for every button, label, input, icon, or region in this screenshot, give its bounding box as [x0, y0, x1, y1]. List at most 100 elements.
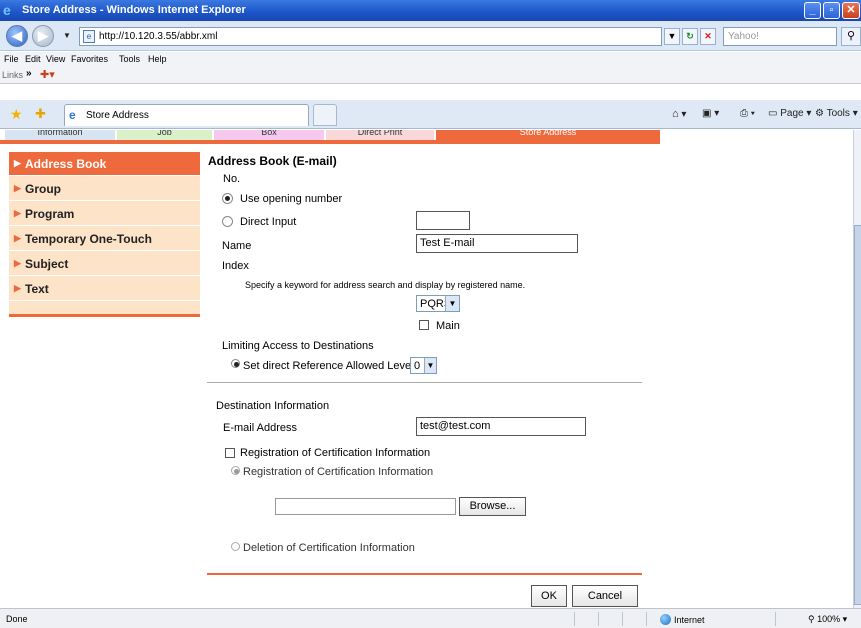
address-dropdown-button[interactable]: ▼ [664, 28, 680, 45]
page-icon: e [83, 30, 95, 43]
home-icon[interactable]: ⌂ ▾ [672, 108, 686, 120]
bottom-divider [207, 573, 642, 575]
search-placeholder: Yahoo! [728, 31, 759, 42]
sidebar-item-label: Program [25, 207, 75, 221]
arrow-right-icon: ▶ [14, 258, 21, 268]
new-tab-button[interactable] [313, 104, 337, 126]
no-label: No. [223, 173, 241, 185]
ok-button[interactable]: OK [531, 585, 567, 607]
tab-bar: ★ ✚ e Store Address ⌂ ▾ ▣ ▾ ⎙ ▾ ▭ Page ▾… [0, 100, 861, 129]
status-text: Done [6, 614, 28, 624]
print-icon[interactable]: ⎙ ▾ [740, 108, 755, 119]
scrollbar-thumb[interactable] [854, 225, 861, 605]
certificate-file-field[interactable] [275, 498, 456, 515]
tools-menu-label: Tools [826, 108, 850, 119]
menu-edit[interactable]: Edit [25, 54, 41, 64]
arrow-right-icon: ▶ [14, 158, 21, 168]
menu-tools[interactable]: Tools [119, 54, 140, 64]
status-separator [574, 612, 575, 626]
browse-button[interactable]: Browse... [459, 497, 526, 516]
sidebar: ▶ Address Book ▶ Group ▶ Program ▶ Tempo… [9, 152, 200, 317]
add-favorites-icon[interactable]: ✚ [35, 106, 46, 122]
status-separator [598, 612, 599, 626]
direct-input-label: Direct Input [240, 216, 297, 228]
sidebar-item-label: Address Book [25, 157, 107, 171]
sidebar-item-address-book[interactable]: ▶ Address Book [9, 152, 200, 176]
tab-store-address[interactable]: e Store Address [64, 104, 309, 126]
use-opening-number-label: Use opening number [240, 193, 343, 205]
set-reference-label: Set direct Reference Allowed Level [243, 360, 414, 372]
index-select[interactable]: PQRS ▼ [416, 295, 460, 312]
menu-view[interactable]: View [46, 54, 65, 64]
email-field[interactable]: test@test.com [416, 417, 586, 436]
section-divider [207, 382, 642, 383]
page-menu-label: Page [780, 108, 804, 119]
sidebar-item-label: Group [25, 182, 61, 196]
sidebar-item-group[interactable]: ▶ Group [9, 177, 200, 201]
reg-cert-check-label: Registration of Certification Informatio… [240, 447, 431, 459]
favorites-star-icon[interactable]: ★ [10, 106, 23, 123]
toolbar-addon-icon[interactable]: ✚▾ [40, 68, 55, 81]
security-zone: Internet [660, 614, 705, 625]
page-title: Address Book (E-mail) [208, 154, 337, 168]
address-field[interactable]: e http://10.120.3.55/abbr.xml [79, 27, 662, 46]
set-reference-radio[interactable] [231, 359, 240, 368]
limiting-access-label: Limiting Access to Destinations [222, 340, 374, 352]
recent-pages-dropdown-icon[interactable]: ▼ [63, 31, 71, 40]
destination-info-label: Destination Information [216, 400, 330, 412]
tab-label: Store Address [86, 110, 149, 121]
arrow-right-icon: ▶ [14, 233, 21, 243]
links-label: Links [2, 70, 24, 80]
stop-icon[interactable]: ✕ [700, 28, 716, 45]
minimize-button[interactable]: _ [804, 2, 821, 19]
back-button[interactable]: ◀ [6, 25, 28, 47]
delete-cert-radio-label: Deletion of Certification Information [243, 542, 415, 554]
cancel-button[interactable]: Cancel [572, 585, 638, 607]
name-field[interactable]: Test E-mail [416, 234, 578, 253]
reference-level-select[interactable]: 0 ▼ [410, 357, 437, 374]
menu-help[interactable]: Help [148, 54, 167, 64]
direct-input-radio[interactable] [222, 216, 233, 227]
name-label: Name [222, 240, 252, 252]
sidebar-item-subject[interactable]: ▶ Subject [9, 252, 200, 276]
reg-cert-checkbox[interactable] [225, 448, 235, 458]
menu-favorites[interactable]: Favorites [71, 54, 108, 64]
feeds-icon[interactable]: ▣ ▾ [702, 108, 719, 119]
window-title: Store Address - Windows Internet Explore… [22, 4, 246, 16]
reg-cert-radio-label: Registration of Certification Informatio… [243, 466, 434, 478]
menu-bar: File Edit View Favorites Tools Help [0, 52, 861, 67]
sidebar-item-label: Subject [25, 257, 69, 271]
menu-file[interactable]: File [4, 54, 19, 64]
index-label: Index [222, 260, 249, 272]
sidebar-item-program[interactable]: ▶ Program [9, 202, 200, 226]
tools-menu[interactable]: ⚙ Tools ▾ [815, 108, 858, 119]
vertical-scrollbar[interactable] [853, 130, 861, 608]
arrow-right-icon: ▶ [14, 283, 21, 293]
refresh-icon[interactable]: ↻ [682, 28, 698, 45]
sidebar-item-temporary-one-touch[interactable]: ▶ Temporary One-Touch [9, 227, 200, 251]
status-separator [775, 612, 776, 626]
links-chevron-icon[interactable]: » [26, 68, 32, 79]
maximize-button[interactable]: ▫ [823, 2, 840, 19]
main-label: Main [436, 320, 460, 332]
title-bar: e Store Address - Windows Internet Explo… [0, 0, 861, 21]
zoom-control[interactable]: ⚲ 100% ▾ [808, 614, 847, 625]
email-label: E-mail Address [223, 422, 297, 434]
direct-input-field[interactable] [416, 211, 470, 230]
tab-job[interactable]: Job [117, 130, 212, 140]
close-button[interactable]: ✕ [842, 2, 860, 19]
page-menu[interactable]: ▭ Page ▾ [768, 108, 811, 119]
arrow-right-icon: ▶ [14, 183, 21, 193]
delete-cert-radio[interactable] [231, 542, 240, 551]
search-icon[interactable]: ⚲ [841, 27, 861, 46]
main-checkbox[interactable] [419, 320, 429, 330]
search-input[interactable]: Yahoo! [723, 27, 837, 46]
links-bar: Links » ✚▾ [0, 67, 861, 84]
forward-button[interactable]: ▶ [32, 25, 54, 47]
address-book-form: Address Book (E-mail) No. Use opening nu… [207, 130, 647, 608]
use-opening-number-radio[interactable] [222, 193, 233, 204]
tab-information[interactable]: Information [5, 130, 115, 140]
reg-cert-radio[interactable] [231, 466, 240, 475]
url-text: http://10.120.3.55/abbr.xml [99, 31, 218, 42]
sidebar-item-text[interactable]: ▶ Text [9, 277, 200, 301]
